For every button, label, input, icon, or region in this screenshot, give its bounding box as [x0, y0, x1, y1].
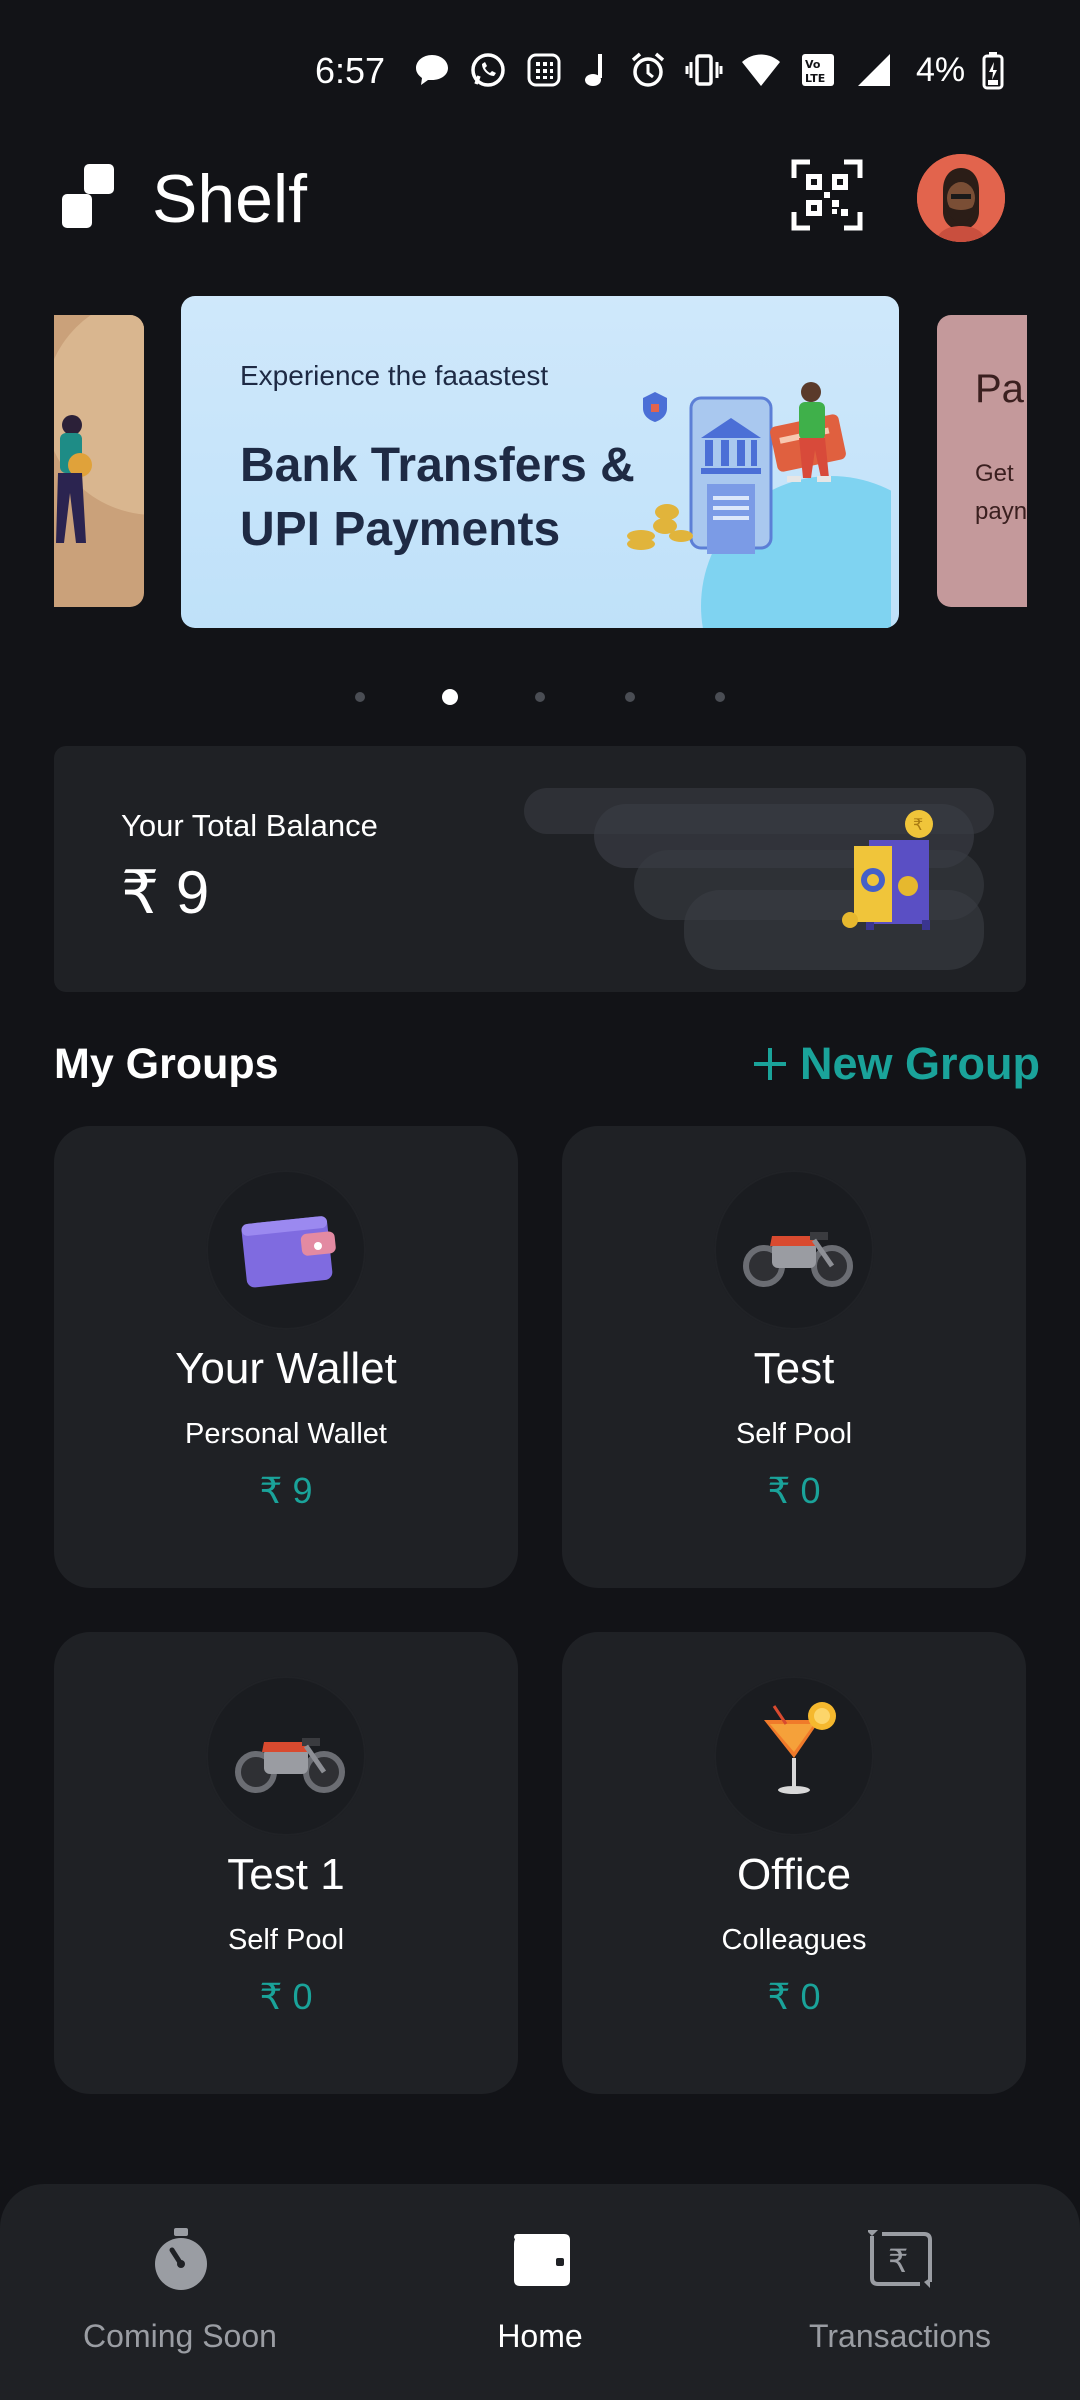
plus-icon — [754, 1048, 786, 1080]
group-icon-container — [714, 1676, 874, 1836]
bank-transfer-illustration — [627, 382, 891, 628]
total-balance-card[interactable]: Your Total Balance ₹ 9 ₹ — [54, 746, 1026, 992]
wallet-icon — [514, 2234, 570, 2286]
shelf-logo — [62, 164, 114, 228]
svg-text:LTE: LTE — [805, 72, 825, 85]
nav-coming-soon[interactable]: Coming Soon — [30, 2224, 330, 2374]
group-icon-container — [714, 1170, 874, 1330]
nav-label: Home — [497, 2318, 583, 2354]
group-amount: ₹ 0 — [259, 1976, 313, 2017]
group-type: Self Pool — [735, 1418, 853, 1450]
avatar[interactable] — [917, 154, 1005, 242]
signal-icon — [858, 54, 890, 86]
stopwatch-icon — [155, 2228, 207, 2290]
group-type: Colleagues — [721, 1924, 867, 1956]
motorcycle-icon — [743, 1232, 853, 1287]
carousel-dot[interactable] — [355, 692, 365, 702]
group-type: Self Pool — [227, 1924, 345, 1956]
carousel-pagination — [0, 686, 1080, 708]
alarm-icon — [631, 52, 665, 87]
my-groups-title: My Groups — [54, 1040, 279, 1088]
motorcycle-icon — [235, 1738, 345, 1793]
carousel-dot[interactable] — [625, 692, 635, 702]
group-card-office[interactable]: Office Colleagues ₹ 0 — [562, 1632, 1026, 2094]
qr-scan-button[interactable] — [790, 158, 864, 232]
group-card-test[interactable]: Test Self Pool ₹ 0 — [562, 1126, 1026, 1588]
bottom-navigation: Coming Soon Home ₹ Transactions — [0, 2184, 1080, 2400]
new-group-button[interactable]: New Group — [752, 1038, 1040, 1090]
banner-bank-transfers[interactable]: Experience the faaastest Bank Transfers … — [181, 296, 899, 628]
nav-label: Transactions — [809, 2318, 991, 2354]
music-note-icon — [585, 54, 602, 86]
nav-transactions[interactable]: ₹ Transactions — [750, 2224, 1050, 2374]
peek-subtitle-line2: payn — [975, 498, 1027, 525]
promo-carousel[interactable]: Experience the faaastest Bank Transfers … — [0, 290, 1080, 660]
svg-text:₹: ₹ — [888, 2242, 908, 2280]
wallet-icon — [241, 1216, 336, 1288]
group-icon-container — [206, 1170, 366, 1330]
banner-title: Bank Transfers & UPI Payments — [240, 439, 635, 556]
battery-charging-icon — [982, 52, 1004, 90]
qr-code-scan-icon — [791, 159, 863, 231]
banner-next-peek[interactable]: Pa Get payn — [937, 315, 1027, 607]
battery-percent: 4% — [916, 50, 966, 89]
group-icon-container — [206, 1676, 366, 1836]
peek-subtitle: Get payn — [975, 455, 1027, 531]
carousel-dot[interactable] — [535, 692, 545, 702]
balance-label: Your Total Balance — [121, 808, 378, 843]
peek-subtitle-line1: Get — [975, 460, 1014, 487]
app-header: Shelf — [0, 140, 1080, 250]
banner-kicker: Experience the faaastest — [240, 360, 549, 391]
group-name: Test — [753, 1344, 835, 1393]
cocktail-icon — [764, 1702, 836, 1794]
vibrate-icon — [685, 54, 723, 86]
balance-value: ₹ 9 — [121, 859, 210, 926]
carousel-dot[interactable] — [715, 692, 725, 702]
status-time: 6:57 — [315, 50, 386, 91]
nav-label: Coming Soon — [83, 2318, 277, 2354]
group-type: Personal Wallet — [184, 1418, 387, 1450]
rupee-exchange-icon: ₹ — [868, 2230, 932, 2288]
status-icons: Vo LTE 4% — [412, 48, 1005, 92]
group-amount: ₹ 0 — [767, 1976, 821, 2017]
peek-title: Pa — [975, 367, 1024, 411]
volte-icon: VoLTE — [802, 54, 834, 86]
status-bar: 6:57 Vo LTE 4% — [0, 0, 1080, 140]
chat-bubble-icon — [416, 55, 448, 85]
group-name: Test 1 — [227, 1850, 345, 1899]
whatsapp-icon — [471, 53, 505, 87]
new-group-label: New Group — [800, 1038, 1041, 1089]
group-card-your-wallet[interactable]: Your Wallet Personal Wallet ₹ 9 — [54, 1126, 518, 1588]
group-card-test-1[interactable]: Test 1 Self Pool ₹ 0 — [54, 1632, 518, 2094]
svg-text:₹: ₹ — [913, 815, 923, 834]
banner-previous-peek[interactable] — [54, 315, 144, 607]
group-amount: ₹ 0 — [767, 1470, 821, 1511]
user-avatar-icon — [917, 154, 1005, 242]
calculator-icon — [527, 53, 561, 87]
group-name: Your Wallet — [175, 1344, 397, 1393]
safe-illustration: ₹ — [524, 788, 994, 970]
app-title: Shelf — [152, 161, 307, 237]
group-amount: ₹ 9 — [259, 1470, 313, 1511]
nav-home[interactable]: Home — [390, 2224, 690, 2374]
person-illustration — [54, 315, 144, 543]
svg-text:Vo: Vo — [805, 58, 821, 71]
group-name: Office — [736, 1850, 852, 1899]
carousel-dot[interactable] — [442, 689, 458, 705]
wifi-icon — [742, 54, 780, 86]
